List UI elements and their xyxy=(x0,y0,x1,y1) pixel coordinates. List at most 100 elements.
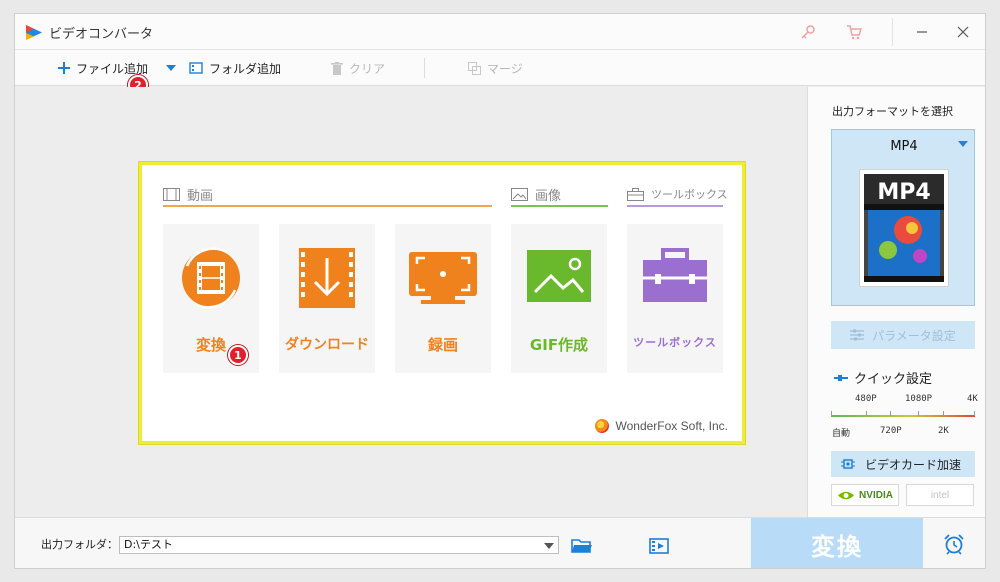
download-card[interactable]: ダウンロード xyxy=(279,224,375,373)
nvidia-toggle[interactable]: NVIDIA xyxy=(831,484,899,506)
download-icon xyxy=(299,248,355,308)
open-folder-icon[interactable] xyxy=(571,536,593,556)
image-landscape-icon xyxy=(527,250,591,302)
nvidia-eye-icon xyxy=(838,491,855,499)
app-title: ビデオコンバータ xyxy=(49,27,154,42)
quality-slider[interactable] xyxy=(831,415,975,417)
add-file-dropdown[interactable] xyxy=(166,59,182,77)
intel-toggle[interactable]: intel xyxy=(906,484,974,506)
parameter-settings-button[interactable]: パラメータ設定 xyxy=(831,321,975,349)
wonderfox-logo-icon xyxy=(594,419,609,433)
toolbar: ファイル追加 フォルダ追加 クリア マージ 2 xyxy=(15,50,985,95)
quality-1080p: 1080P xyxy=(905,394,933,404)
quick-settings-label: クイック設定 xyxy=(854,372,933,387)
toolbar-separator xyxy=(424,58,425,78)
merge-label: マージ xyxy=(487,61,523,76)
record-card[interactable]: 録画 xyxy=(395,224,491,373)
add-folder-label: フォルダ追加 xyxy=(209,61,282,76)
title-separator xyxy=(892,18,893,46)
film-folder-icon xyxy=(189,62,203,74)
sliders-icon xyxy=(850,329,865,341)
output-folder-label: 出力フォルダ： xyxy=(41,538,118,551)
bottom-bar: 出力フォルダ： D:\テスト 変換 xyxy=(15,517,985,568)
quality-tick xyxy=(890,411,891,416)
format-name: MP4 xyxy=(890,139,918,154)
output-folder-path: D:\テスト xyxy=(124,538,173,551)
output-format-panel: 出力フォーマットを選択 MP4 MP4 パラメータ設定 クイック設定 480P … xyxy=(807,87,985,517)
quality-720p: 720P xyxy=(880,426,902,436)
close-button[interactable] xyxy=(951,21,975,43)
image-icon xyxy=(511,187,528,201)
quality-tick xyxy=(974,411,975,416)
category-image-underline xyxy=(511,205,608,207)
toolbox-card-label: ツールボックス xyxy=(633,336,717,349)
plus-icon xyxy=(58,62,70,74)
nvidia-label: NVIDIA xyxy=(859,489,893,501)
mp4-thumbnail-icon: MP4 xyxy=(864,174,944,282)
quality-tick xyxy=(943,411,944,416)
record-card-label: 録画 xyxy=(427,336,458,354)
convert-film-icon xyxy=(182,247,240,309)
quality-tick xyxy=(831,411,832,416)
category-toolbox: ツールボックス xyxy=(627,183,728,205)
quick-settings-title: クイック設定 xyxy=(834,368,932,387)
merge-button[interactable]: マージ xyxy=(468,59,523,77)
category-image: 画像 xyxy=(511,183,561,205)
category-toolbox-label: ツールボックス xyxy=(651,188,728,201)
triangle-down-icon xyxy=(166,64,176,71)
quality-4k: 4K xyxy=(967,394,978,404)
gif-card-label: GIF作成 xyxy=(529,336,589,354)
merge-icon xyxy=(468,61,481,75)
clear-label: クリア xyxy=(349,61,386,76)
feature-panel: 動画 画像 ツールボックス 変換 ダウンロード 録画 GIF作成 ツールボックス… xyxy=(139,162,745,444)
gif-card[interactable]: GIF作成 xyxy=(511,224,607,373)
format-thumbnail: MP4 xyxy=(859,169,949,287)
alarm-clock-icon xyxy=(944,534,964,555)
quality-auto: 自動 xyxy=(832,429,851,439)
title-bar: ビデオコンバータ xyxy=(15,14,985,50)
toolbox-small-icon xyxy=(627,187,644,201)
quality-2k: 2K xyxy=(938,426,949,436)
clear-button[interactable]: クリア xyxy=(331,59,385,77)
category-toolbox-underline xyxy=(627,205,723,207)
brand-text: WonderFox Soft, Inc. xyxy=(615,419,729,433)
mp4-thumbnail-text: MP4 xyxy=(877,180,930,205)
category-image-label: 画像 xyxy=(535,188,562,204)
trash-icon xyxy=(331,61,343,75)
category-video-underline xyxy=(163,205,492,207)
chevron-down-icon xyxy=(544,543,554,549)
film-strip-icon xyxy=(163,187,180,201)
download-card-label: ダウンロード xyxy=(285,337,369,353)
quality-tick xyxy=(918,411,919,416)
toolbox-icon xyxy=(643,248,707,302)
format-dropdown-icon xyxy=(958,141,968,147)
toolbox-card[interactable]: ツールボックス xyxy=(627,224,723,373)
format-selector[interactable]: MP4 MP4 xyxy=(831,129,975,306)
output-folder-input[interactable]: D:\テスト xyxy=(119,536,559,554)
parameter-settings-label: パラメータ設定 xyxy=(872,328,956,343)
video-folder-icon[interactable] xyxy=(648,536,670,556)
brand-footer: WonderFox Soft, Inc. xyxy=(594,419,729,433)
add-file-label: ファイル追加 xyxy=(76,61,149,76)
app-window: ビデオコンバータ ファイル追加 フォルダ追加 クリア マージ 2 動画 画像 ツ… xyxy=(14,13,986,569)
screen-record-icon xyxy=(409,252,477,304)
category-video: 動画 xyxy=(163,183,213,205)
gpu-acceleration-label: ビデオカード加速 xyxy=(865,457,962,472)
alarm-clock-button[interactable] xyxy=(923,518,985,568)
convert-button[interactable]: 変換 xyxy=(751,518,923,568)
minimize-button[interactable] xyxy=(910,21,934,43)
add-folder-button[interactable]: フォルダ追加 xyxy=(189,59,281,77)
slider-icon xyxy=(834,374,848,381)
quality-480p: 480P xyxy=(855,394,877,404)
add-file-button[interactable]: ファイル追加 xyxy=(58,59,148,77)
category-video-label: 動画 xyxy=(187,188,214,204)
step-badge-1: 1 xyxy=(228,345,248,365)
main-content: 動画 画像 ツールボックス 変換 ダウンロード 録画 GIF作成 ツールボックス… xyxy=(15,87,806,517)
chip-icon xyxy=(841,459,855,469)
quality-tick xyxy=(866,411,867,416)
key-icon[interactable] xyxy=(798,22,818,42)
gpu-acceleration-button[interactable]: ビデオカード加速 xyxy=(831,451,975,477)
output-format-title: 出力フォーマットを選択 xyxy=(832,105,953,118)
intel-label: intel xyxy=(930,489,950,501)
cart-icon[interactable] xyxy=(844,22,864,42)
